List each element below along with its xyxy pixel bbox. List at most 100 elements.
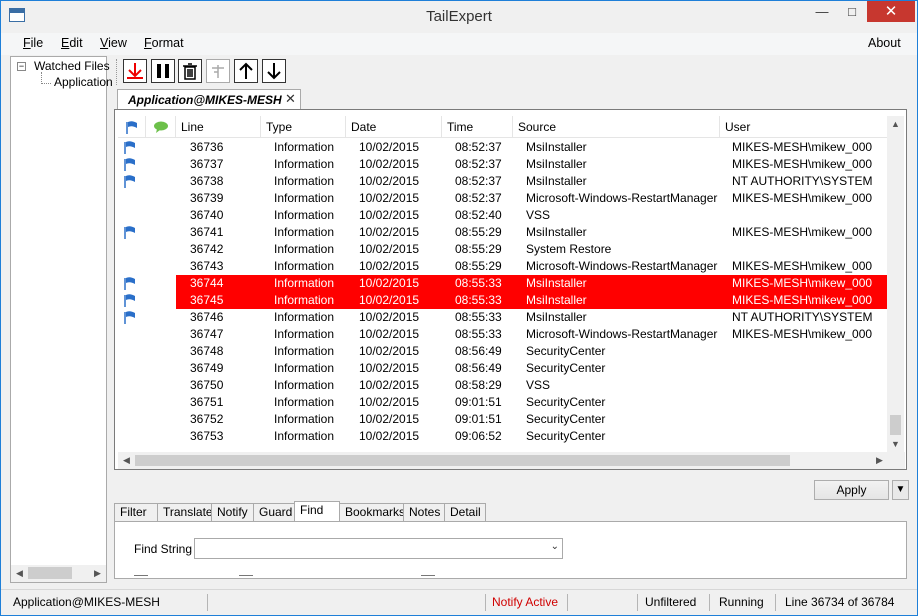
app-window: TailExpert — □ ✕ File Edit View Format A… <box>0 0 918 616</box>
cell-user <box>732 343 888 360</box>
scroll-left-icon[interactable]: ◀ <box>11 565 28 582</box>
scroll-thumb[interactable] <box>28 567 72 579</box>
table-row[interactable]: 36753 Information 10/02/2015 09:06:52 Securi… <box>118 428 888 445</box>
scroll-down-icon[interactable]: ▼ <box>887 436 904 453</box>
tab-notes[interactable]: Notes <box>403 503 445 522</box>
chevron-down-icon[interactable]: ⌄ <box>551 541 559 552</box>
cell-user <box>732 360 888 377</box>
flag-icon[interactable] <box>124 141 136 154</box>
apply-button[interactable]: Apply <box>814 480 889 500</box>
table-row[interactable]: 36749 Information 10/02/2015 08:56:49 Securi… <box>118 360 888 377</box>
column-header-flag[interactable] <box>118 116 146 138</box>
cell-date: 10/02/2015 <box>359 208 420 222</box>
cell-time: 08:56:49 <box>455 344 502 358</box>
scroll-left-icon[interactable]: ◀ <box>118 452 135 469</box>
arrow-up-icon[interactable] <box>234 59 258 83</box>
table-row[interactable]: 36739 Information 10/02/2015 08:52:37 Micros… <box>118 190 888 207</box>
flag-icon[interactable] <box>124 294 136 307</box>
pause-icon[interactable] <box>151 59 175 83</box>
cell-line: 36742 <box>190 242 224 256</box>
document-tab[interactable]: Application@MIKES-MESH ✕ <box>117 89 301 110</box>
table-row[interactable]: 36741 Information 10/02/2015 08:55:29 MsiIns… <box>118 224 888 241</box>
trash-icon[interactable] <box>178 59 202 83</box>
table-row[interactable]: 36740 Information 10/02/2015 08:52:40 VSS <box>118 207 888 224</box>
column-header-time[interactable]: Time <box>442 116 513 138</box>
cell-type: Information <box>274 395 335 409</box>
cell-source: MsiInstaller <box>526 293 587 307</box>
tab-find[interactable]: Find <box>294 501 340 523</box>
table-row[interactable]: 36745 Information 10/02/2015 08:55:33 MsiIns… <box>118 292 888 309</box>
column-header-comment[interactable] <box>146 116 176 138</box>
table-row[interactable]: 36752 Information 10/02/2015 09:01:51 Securi… <box>118 411 888 428</box>
status-file: Application@MIKES-MESH <box>13 595 160 609</box>
flag-icon[interactable] <box>124 311 136 324</box>
tree-node-application[interactable]: Application <box>54 75 113 89</box>
tab-bookmarks[interactable]: Bookmarks <box>339 503 405 522</box>
table-row[interactable]: 36743 Information 10/02/2015 08:55:29 Micros… <box>118 258 888 275</box>
close-tab-icon[interactable]: ✕ <box>285 91 296 107</box>
table-row[interactable]: 36750 Information 10/02/2015 08:58:29 VSS <box>118 377 888 394</box>
column-header-line[interactable]: Line <box>176 116 261 138</box>
column-header-date[interactable]: Date <box>346 116 442 138</box>
grid-header: Line Type Date Time Source User <box>118 116 888 138</box>
cell-date: 10/02/2015 <box>359 361 420 375</box>
close-window-icon[interactable]: ✕ <box>867 1 915 22</box>
title-bar[interactable]: TailExpert — □ ✕ <box>1 1 917 32</box>
table-row[interactable]: 36744 Information 10/02/2015 08:55:33 MsiIns… <box>118 275 888 292</box>
column-header-user[interactable]: User <box>720 116 888 138</box>
tab-notify[interactable]: Notify <box>211 503 254 522</box>
tree-horizontal-scrollbar[interactable]: ◀ ▶ <box>11 565 106 582</box>
maximize-icon[interactable]: □ <box>837 1 867 22</box>
grid-horizontal-scrollbar[interactable]: ◀ ▶ <box>118 452 888 469</box>
tab-detail[interactable]: Detail <box>444 503 486 522</box>
tab-guard[interactable]: Guard <box>253 503 295 522</box>
menu-view-label: iew <box>108 36 127 50</box>
flag-icon[interactable] <box>124 175 136 188</box>
scroll-right-icon[interactable]: ▶ <box>871 452 888 469</box>
flag-icon[interactable] <box>124 158 136 171</box>
tab-translate[interactable]: Translate <box>157 503 213 522</box>
cell-user <box>732 207 888 224</box>
cell-type: Information <box>274 412 335 426</box>
find-panel: Find String ⌄ <box>114 521 907 579</box>
table-row[interactable]: 36737 Information 10/02/2015 08:52:37 MsiIns… <box>118 156 888 173</box>
scroll-up-icon[interactable]: ▲ <box>887 116 904 133</box>
find-string-label: Find String <box>134 542 193 556</box>
flag-icon[interactable] <box>124 277 136 290</box>
tail-to-end-icon[interactable] <box>123 59 147 83</box>
cell-type: Information <box>274 344 335 358</box>
tree-node-watched-files[interactable]: Watched Files <box>34 59 110 73</box>
chevron-down-icon[interactable]: ▼ <box>892 480 909 500</box>
find-string-input[interactable]: ⌄ <box>194 538 563 559</box>
minimize-icon[interactable]: — <box>807 1 837 22</box>
cell-time: 08:55:29 <box>455 259 502 273</box>
cell-user: NT AUTHORITY\SYSTEM <box>732 310 873 324</box>
menu-file[interactable]: File <box>23 36 43 50</box>
tree-collapse-icon[interactable]: − <box>17 62 26 71</box>
clear-filter-icon[interactable] <box>206 59 230 83</box>
scroll-right-icon[interactable]: ▶ <box>89 565 106 582</box>
column-header-type[interactable]: Type <box>261 116 346 138</box>
grid-vertical-scrollbar[interactable]: ▲ ▼ <box>887 116 904 453</box>
menu-about[interactable]: About <box>868 36 901 50</box>
menu-format[interactable]: Format <box>144 36 184 50</box>
table-row[interactable]: 36748 Information 10/02/2015 08:56:49 Securi… <box>118 343 888 360</box>
table-row[interactable]: 36736 Information 10/02/2015 08:52:37 MsiIns… <box>118 139 888 156</box>
menu-bar: File Edit View Format About <box>1 33 917 55</box>
menu-edit[interactable]: Edit <box>61 36 83 50</box>
column-header-source[interactable]: Source <box>513 116 720 138</box>
table-row[interactable]: 36742 Information 10/02/2015 08:55:29 System… <box>118 241 888 258</box>
scroll-thumb[interactable] <box>890 415 901 435</box>
cell-source: MsiInstaller <box>526 310 587 324</box>
table-row[interactable]: 36746 Information 10/02/2015 08:55:33 MsiIns… <box>118 309 888 326</box>
table-row[interactable]: 36751 Information 10/02/2015 09:01:51 Securi… <box>118 394 888 411</box>
divider <box>637 594 638 611</box>
arrow-down-icon[interactable] <box>262 59 286 83</box>
table-row[interactable]: 36738 Information 10/02/2015 08:52:37 MsiIns… <box>118 173 888 190</box>
flag-icon[interactable] <box>124 226 136 239</box>
menu-view[interactable]: View <box>100 36 127 50</box>
table-row[interactable]: 36747 Information 10/02/2015 08:55:33 Micros… <box>118 326 888 343</box>
scroll-thumb[interactable] <box>135 455 790 466</box>
tab-filter[interactable]: Filter <box>114 503 158 522</box>
cell-date: 10/02/2015 <box>359 429 420 443</box>
